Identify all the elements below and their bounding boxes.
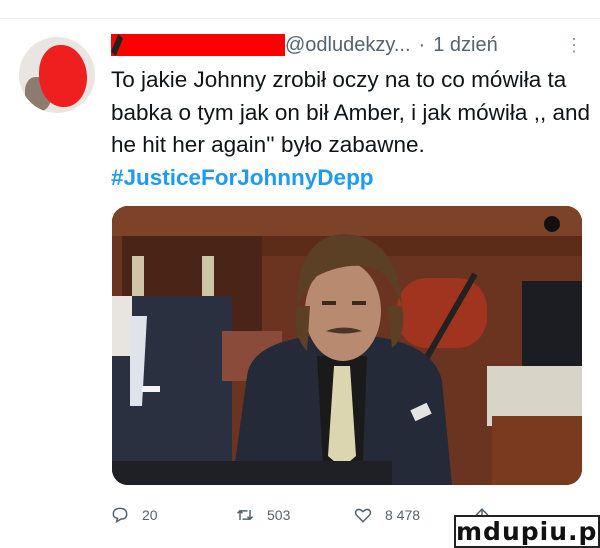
watermark-text: mdupiu.pl [456,517,600,546]
tweet-media-image[interactable] [112,206,582,485]
tweet-time[interactable]: 1 dzień [433,34,498,57]
tweet-header: @odludekzy... · 1 dzień [111,28,498,62]
retweet-count: 503 [267,507,291,523]
header-separator: · [418,33,426,56]
like-count: 8 478 [385,507,421,523]
heart-icon [354,508,372,523]
like-action[interactable]: 8 478 [353,505,420,525]
more-options-icon[interactable]: ⋮ [565,36,583,54]
tweet-text: To jakie Johnny zrobił oczy na to co mów… [111,64,596,194]
redacted-display-name [111,34,285,56]
hashtag-link[interactable]: #JusticeForJohnnyDepp [111,165,374,190]
top-divider [0,18,600,19]
user-handle[interactable]: @odludekzy... [285,34,411,57]
avatar-red-redaction [39,45,87,107]
avatar[interactable] [19,37,95,113]
courtroom-photo [112,206,582,485]
reply-count: 20 [142,507,158,523]
watermark-logo: mdupiu.pl [454,515,600,548]
reply-action[interactable]: 20 [110,505,158,525]
tweet-body: To jakie Johnny zrobił oczy na to co mów… [111,67,590,157]
reply-icon [112,507,128,524]
retweet-action[interactable]: 503 [235,505,290,525]
retweet-icon [236,509,254,521]
